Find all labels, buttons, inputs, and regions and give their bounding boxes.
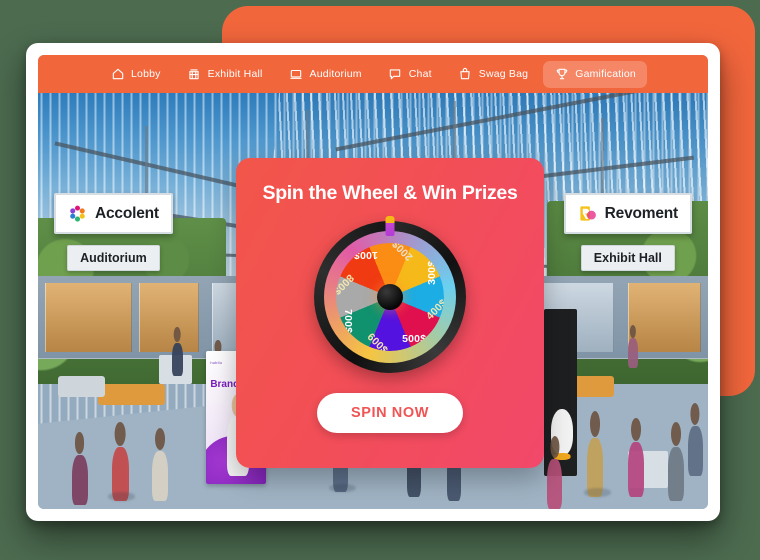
exhibitor-sublabel-row-left: Auditorium xyxy=(54,234,173,271)
venue-attendee xyxy=(627,442,644,497)
exhibitor-sign-left[interactable]: Accolent Auditorium xyxy=(54,193,173,271)
venue-attendee xyxy=(547,459,562,509)
nav-item-gamification[interactable]: Gamification xyxy=(543,60,647,88)
trophy-icon xyxy=(554,67,569,82)
chat-bubble-icon xyxy=(388,67,403,82)
shopping-bag-icon xyxy=(458,67,473,82)
wheel-segment-label: 500$ xyxy=(402,333,427,345)
exhibitor-sublabel-auditorium[interactable]: Auditorium xyxy=(67,245,160,271)
main-navigation-bar: Lobby Exhibit Hall Auditorium Chat Swag … xyxy=(38,55,708,93)
banner-logo-text: hubilo xyxy=(210,360,223,366)
venue-shadow xyxy=(329,484,357,493)
venue-seating xyxy=(58,375,105,397)
nav-label-swag-chat: Chat xyxy=(408,68,432,80)
exhibitor-board-revoment[interactable]: Revoment xyxy=(563,193,692,234)
wheel-pointer-icon xyxy=(385,216,395,236)
nav-item-swag-bag[interactable]: Swag Bag xyxy=(447,61,539,88)
nav-label-gamification: Gamification xyxy=(575,68,636,80)
modal-title: Spin the Wheel & Win Prizes xyxy=(262,182,518,204)
wheel-hub xyxy=(377,284,403,310)
spin-wheel-modal: Spin the Wheel & Win Prizes 100$ 200$ 300$… xyxy=(236,158,544,468)
wheel-segment-label: 100$ xyxy=(353,249,378,261)
nav-item-lobby[interactable]: Lobby xyxy=(99,61,172,88)
spin-now-button[interactable]: SPIN NOW xyxy=(316,393,464,433)
exhibitor-sublabel-exhibit-hall[interactable]: Exhibit Hall xyxy=(580,245,675,271)
nav-item-exhibit-hall[interactable]: Exhibit Hall xyxy=(176,61,274,88)
nav-item-auditorium[interactable]: Auditorium xyxy=(278,61,373,88)
accolent-flower-logo-icon xyxy=(68,204,87,223)
revoment-r-logo-icon xyxy=(578,204,597,223)
venue-attendee xyxy=(687,425,703,476)
exhibitor-sign-right[interactable]: Revoment Exhibit Hall xyxy=(563,193,692,271)
venue-shopfront xyxy=(138,282,199,352)
exhibitor-name-revoment: Revoment xyxy=(604,204,679,222)
exhibitor-sublabel-row-right: Exhibit Hall xyxy=(564,234,692,271)
wheel-segment-label: 300$ xyxy=(426,260,438,285)
venue-attendee xyxy=(71,454,88,505)
nav-label-lobby: Lobby xyxy=(131,68,161,80)
venue-attendee xyxy=(667,446,684,501)
wheel-segment-label: 700$ xyxy=(342,309,354,334)
app-window-card: Lobby Exhibit Hall Auditorium Chat Swag … xyxy=(26,43,720,521)
venue-attendee xyxy=(172,342,183,376)
nav-label-swag-bag: Swag Bag xyxy=(478,68,529,80)
exhibitor-name-accolent: Accolent xyxy=(95,204,159,222)
laptop-icon xyxy=(289,67,304,82)
app-window-viewport: Lobby Exhibit Hall Auditorium Chat Swag … xyxy=(38,55,708,509)
prize-wheel[interactable]: 100$ 200$ 300$ 400$ 500$ 600$ 700$ 800$ xyxy=(314,216,466,373)
nav-label-auditorium: Auditorium xyxy=(309,68,362,80)
venue-attendee xyxy=(151,450,168,501)
exhibitor-board-accolent[interactable]: Accolent xyxy=(54,193,173,234)
nav-item-chat[interactable]: Chat xyxy=(377,61,443,88)
venue-seating xyxy=(98,384,166,405)
venue-attendee xyxy=(627,338,638,368)
storefront-icon xyxy=(187,67,202,82)
venue-shopfront xyxy=(44,282,132,352)
venue-shadow xyxy=(584,488,611,497)
nav-label-exhibit-hall: Exhibit Hall xyxy=(207,68,263,80)
home-icon xyxy=(110,67,125,82)
venue-shopfront xyxy=(627,282,702,352)
venue-shadow xyxy=(108,492,136,501)
